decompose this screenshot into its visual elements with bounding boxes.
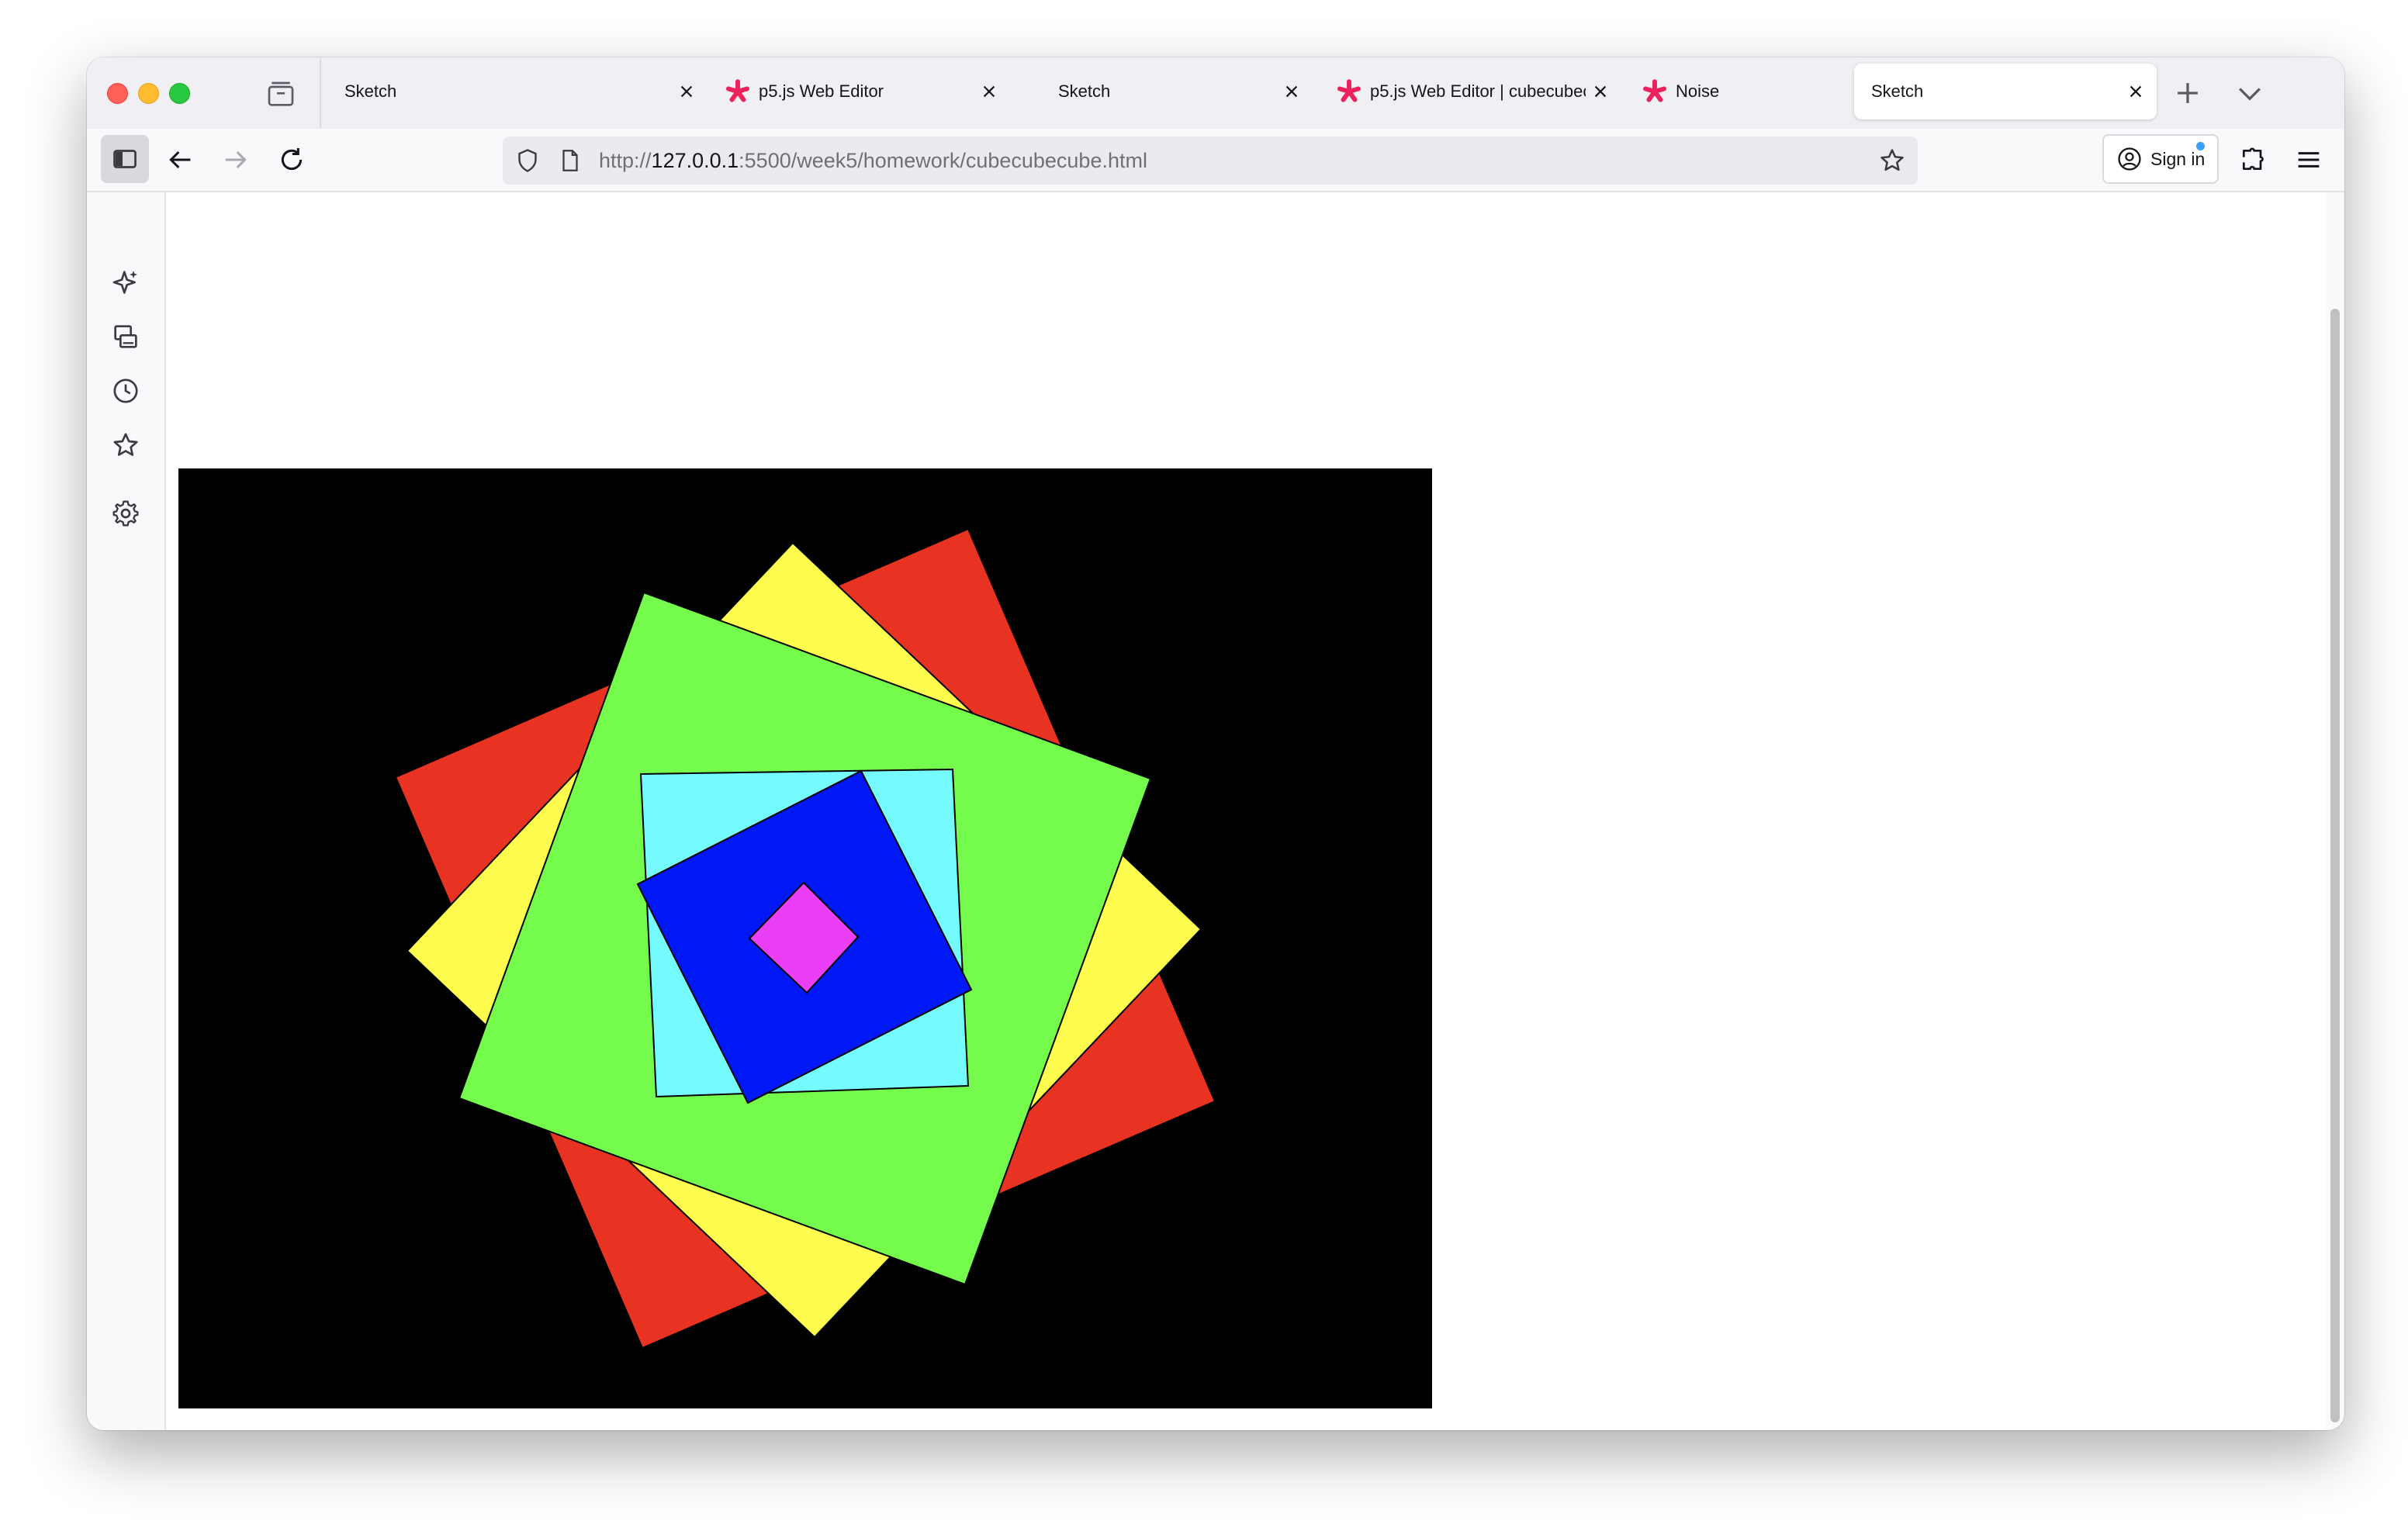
back-arrow-icon[interactable]	[164, 144, 195, 175]
extensions-icon[interactable]	[2237, 144, 2268, 175]
p5-asterisk-icon	[1642, 79, 1667, 102]
tab-title: Sketch	[1058, 81, 1111, 101]
p5-canvas[interactable]	[178, 468, 1432, 1408]
sketch-drawing	[178, 468, 1432, 1408]
close-tab-icon[interactable]	[1283, 83, 1300, 100]
forward-arrow-icon[interactable]	[220, 144, 251, 175]
sidebar-icon	[113, 150, 137, 168]
browser-window: Sketch p5.js Web Editor Sketch p5.js Web…	[87, 57, 2344, 1430]
tab-p5-cubecubecube[interactable]: p5.js Web Editor | cubecubecube	[1319, 64, 1621, 119]
tab-sketch-2[interactable]: Sketch	[1010, 64, 1313, 119]
url-host: 127.0.0.1	[651, 149, 739, 172]
sign-in-button[interactable]: Sign in	[2102, 134, 2219, 184]
tab-title: Sketch	[344, 81, 397, 101]
tab-bar: Sketch p5.js Web Editor Sketch p5.js Web…	[87, 57, 2344, 129]
new-tab-icon[interactable]	[2171, 76, 2205, 110]
minimize-window-button[interactable]	[138, 83, 159, 104]
tab-separator	[320, 57, 321, 129]
url-path: :5500/week5/homework/cubecubecube.html	[739, 149, 1147, 172]
sidebar-launcher	[87, 192, 166, 1430]
account-icon	[2118, 147, 2141, 171]
sign-in-label: Sign in	[2150, 148, 2206, 169]
tab-title: Sketch	[1871, 81, 1924, 101]
ai-chatbot-icon[interactable]	[110, 267, 141, 298]
vertical-scrollbar[interactable]	[2326, 192, 2344, 1430]
close-tab-icon[interactable]	[1592, 83, 1609, 100]
list-all-tabs-icon[interactable]	[2233, 76, 2267, 110]
history-icon[interactable]	[110, 375, 141, 406]
tab-sketch-active[interactable]: Sketch	[1854, 64, 2157, 119]
menu-hamburger-icon[interactable]	[2293, 144, 2324, 175]
tab-title: p5.js Web Editor	[759, 81, 884, 101]
url-scheme: http://	[599, 149, 652, 172]
url-bar[interactable]: http://127.0.0.1:5500/week5/homework/cub…	[503, 137, 1918, 185]
notification-dot	[2196, 142, 2205, 150]
sidebar-toggle-button[interactable]	[101, 135, 149, 183]
page-info-icon[interactable]	[557, 147, 583, 174]
close-tab-icon[interactable]	[678, 83, 695, 100]
close-tab-icon[interactable]	[2127, 83, 2144, 100]
zoom-window-button[interactable]	[169, 83, 190, 104]
p5-asterisk-icon	[725, 79, 750, 102]
close-tab-icon[interactable]	[981, 83, 998, 100]
synced-tabs-icon[interactable]	[110, 321, 141, 352]
page-content	[166, 192, 2329, 1430]
tab-sketch-1[interactable]: Sketch	[327, 64, 708, 119]
bookmark-star-icon[interactable]	[1877, 146, 1907, 175]
tab-p5-web-editor[interactable]: p5.js Web Editor	[708, 64, 1010, 119]
tracking-protection-shield-icon[interactable]	[514, 147, 541, 175]
tab-manager-icon[interactable]	[265, 79, 296, 110]
navigation-toolbar: http://127.0.0.1:5500/week5/homework/cub…	[87, 129, 2344, 192]
scrollbar-thumb[interactable]	[2330, 309, 2340, 1422]
reload-icon[interactable]	[276, 144, 307, 175]
close-window-button[interactable]	[107, 83, 128, 104]
p5-asterisk-icon	[1337, 79, 1361, 102]
tab-title: p5.js Web Editor | cubecubecube	[1370, 81, 1586, 101]
bookmarks-icon[interactable]	[110, 430, 141, 461]
settings-icon[interactable]	[110, 498, 141, 529]
url-text[interactable]: http://127.0.0.1:5500/week5/homework/cub…	[599, 137, 1147, 185]
